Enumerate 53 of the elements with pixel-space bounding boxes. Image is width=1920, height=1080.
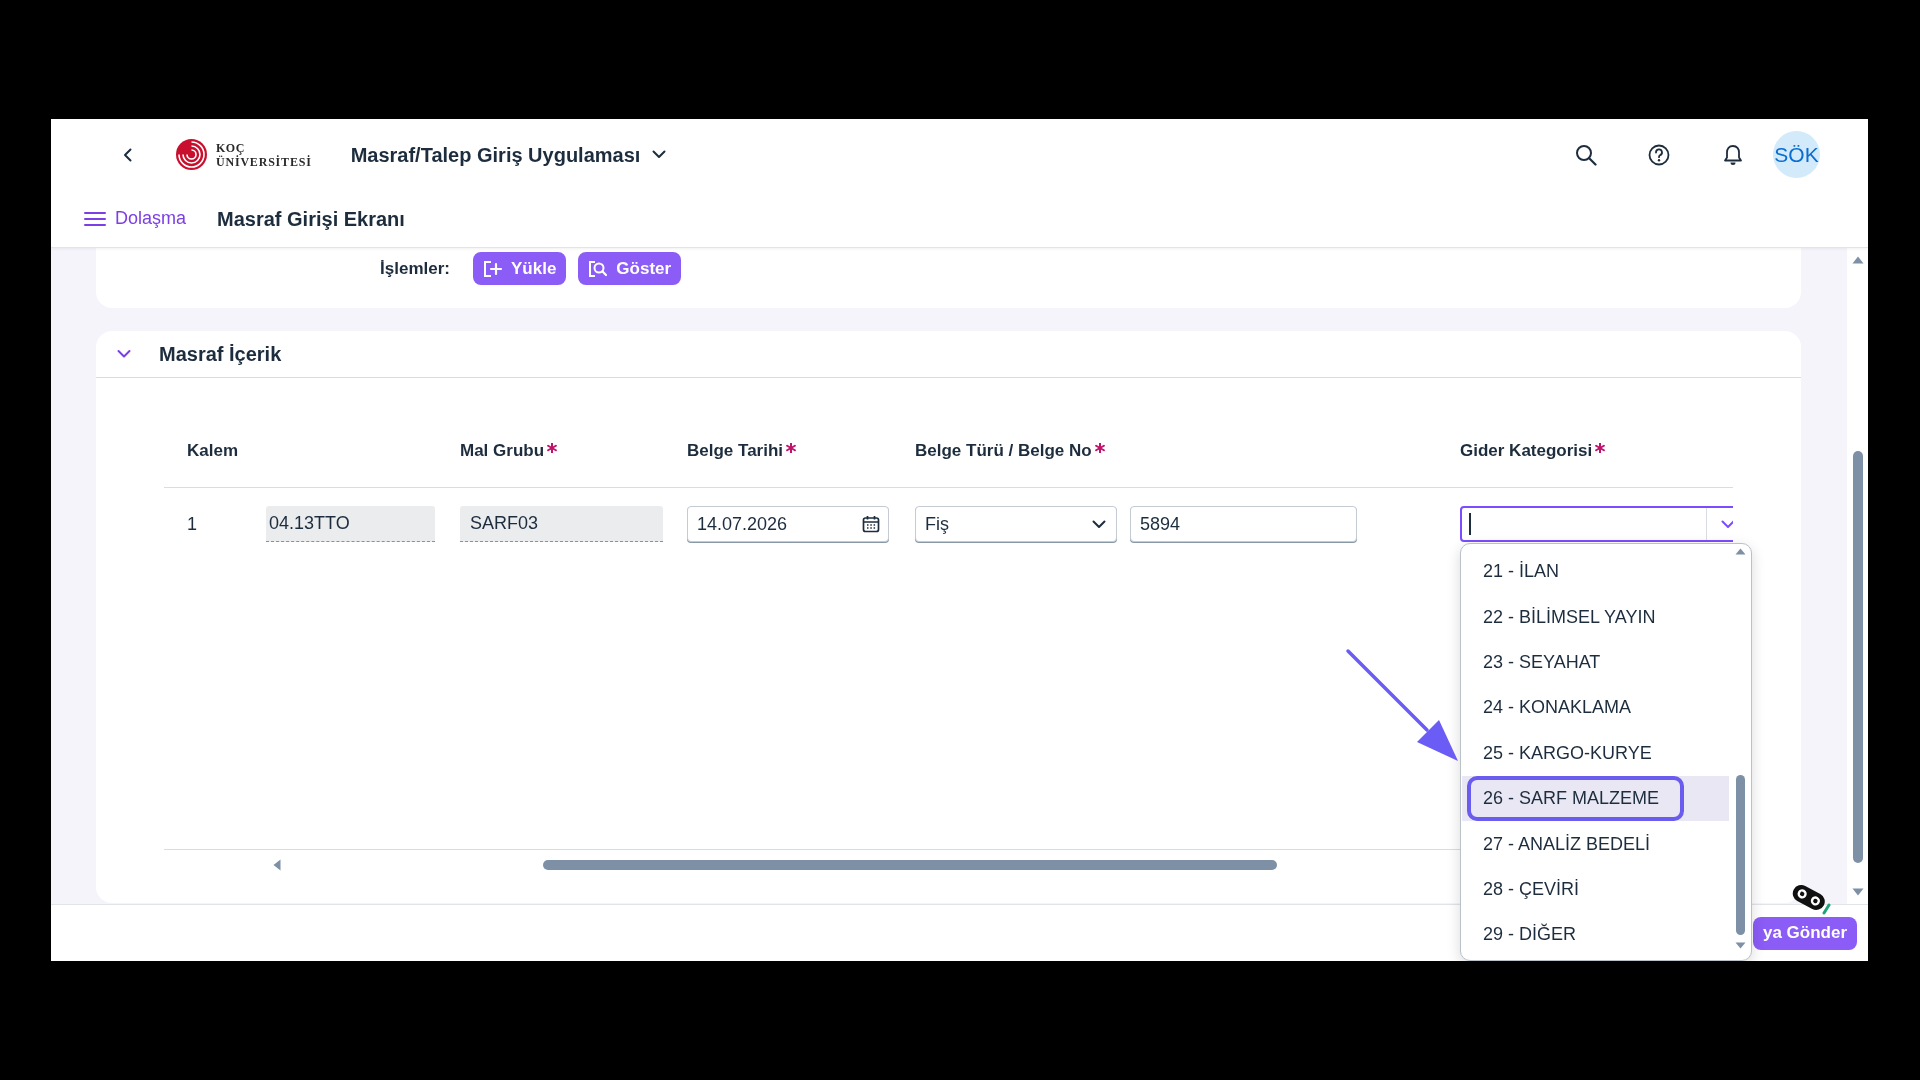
column-header: Mal Grubu: [460, 439, 545, 462]
actions-label: İşlemler:: [379, 258, 450, 280]
text-field[interactable]: 5894: [1130, 506, 1357, 542]
column-header: Gider Kategorisi: [1460, 439, 1593, 462]
read-only-field: SARF03: [460, 506, 663, 542]
scroll-up-icon[interactable]: [1734, 548, 1746, 555]
chevron-down-icon: [652, 150, 667, 159]
page-title: Masraf Girişi Ekranı: [217, 206, 405, 232]
select-field[interactable]: Fiş: [915, 506, 1117, 542]
chevron-down-icon: [1092, 519, 1106, 529]
avatar-button[interactable]: SÖK: [1773, 131, 1820, 178]
view-button[interactable]: Göster: [578, 252, 682, 285]
app-title-button[interactable]: Masraf/Talep Giriş Uygulaması: [350, 139, 667, 170]
send-button[interactable]: ya Gönder: [1753, 916, 1857, 950]
combo-box[interactable]: [1460, 506, 1733, 542]
dropdown-option[interactable]: 28 - ÇEVİRİ: [1462, 866, 1729, 913]
spiral-logo-icon: [176, 139, 207, 170]
dropdown-option[interactable]: 24 - KONAKLAMA: [1462, 685, 1729, 731]
dropdown-option[interactable]: 26 - SARF MALZEME: [1462, 775, 1729, 822]
logo-text: KOÇ: [216, 141, 245, 154]
dropdown-option[interactable]: 29 - DİĞER: [1462, 912, 1729, 958]
dropdown-option[interactable]: 25 - KARGO-KURYE: [1462, 730, 1729, 776]
scrollbar-thumb[interactable]: [543, 860, 1277, 870]
bell-icon[interactable]: [1723, 143, 1743, 166]
dropdown-option[interactable]: 21 - İLAN: [1462, 549, 1729, 595]
column-header: Belge Tarihi: [687, 439, 784, 462]
logo-text: ÜNİVERSİTESİ: [216, 155, 312, 168]
scrollbar-thumb[interactable]: [1735, 775, 1745, 935]
dropdown-option[interactable]: 27 - ANALİZ BEDELİ: [1462, 821, 1729, 867]
help-icon[interactable]: [1648, 143, 1670, 166]
chevron-down-icon[interactable]: [1720, 519, 1733, 529]
column-header: Belge Türü / Belge No: [915, 439, 1092, 462]
search-icon[interactable]: [1575, 143, 1597, 166]
read-only-field: 04.13TTO: [266, 506, 435, 542]
calendar-icon: [862, 515, 880, 533]
section-title: Masraf İçerik: [159, 342, 282, 367]
dropdown-option[interactable]: 23 - SEYAHAT: [1462, 639, 1729, 686]
magnifier-icon: [588, 259, 609, 278]
text-cursor: [1469, 513, 1471, 535]
scroll-down-icon[interactable]: [1851, 888, 1864, 896]
scroll-left-icon[interactable]: [273, 859, 281, 871]
upload-button[interactable]: Yükle: [473, 252, 567, 285]
scroll-down-icon[interactable]: [1734, 942, 1746, 949]
chevron-left-icon[interactable]: [121, 147, 135, 162]
date-field[interactable]: 14.07.2026: [687, 506, 889, 542]
navigation-button[interactable]: Dolaşma: [84, 205, 187, 232]
dropdown-option[interactable]: 22 - BİLİMSEL YAYIN: [1462, 594, 1729, 640]
scrollbar-thumb[interactable]: [1852, 451, 1863, 863]
scroll-up-icon[interactable]: [1851, 256, 1864, 264]
hamburger-menu-icon: [84, 210, 106, 227]
upload-icon: [483, 259, 503, 278]
table-cell-text: 1: [186, 513, 198, 536]
column-header: Kalem: [187, 439, 239, 462]
